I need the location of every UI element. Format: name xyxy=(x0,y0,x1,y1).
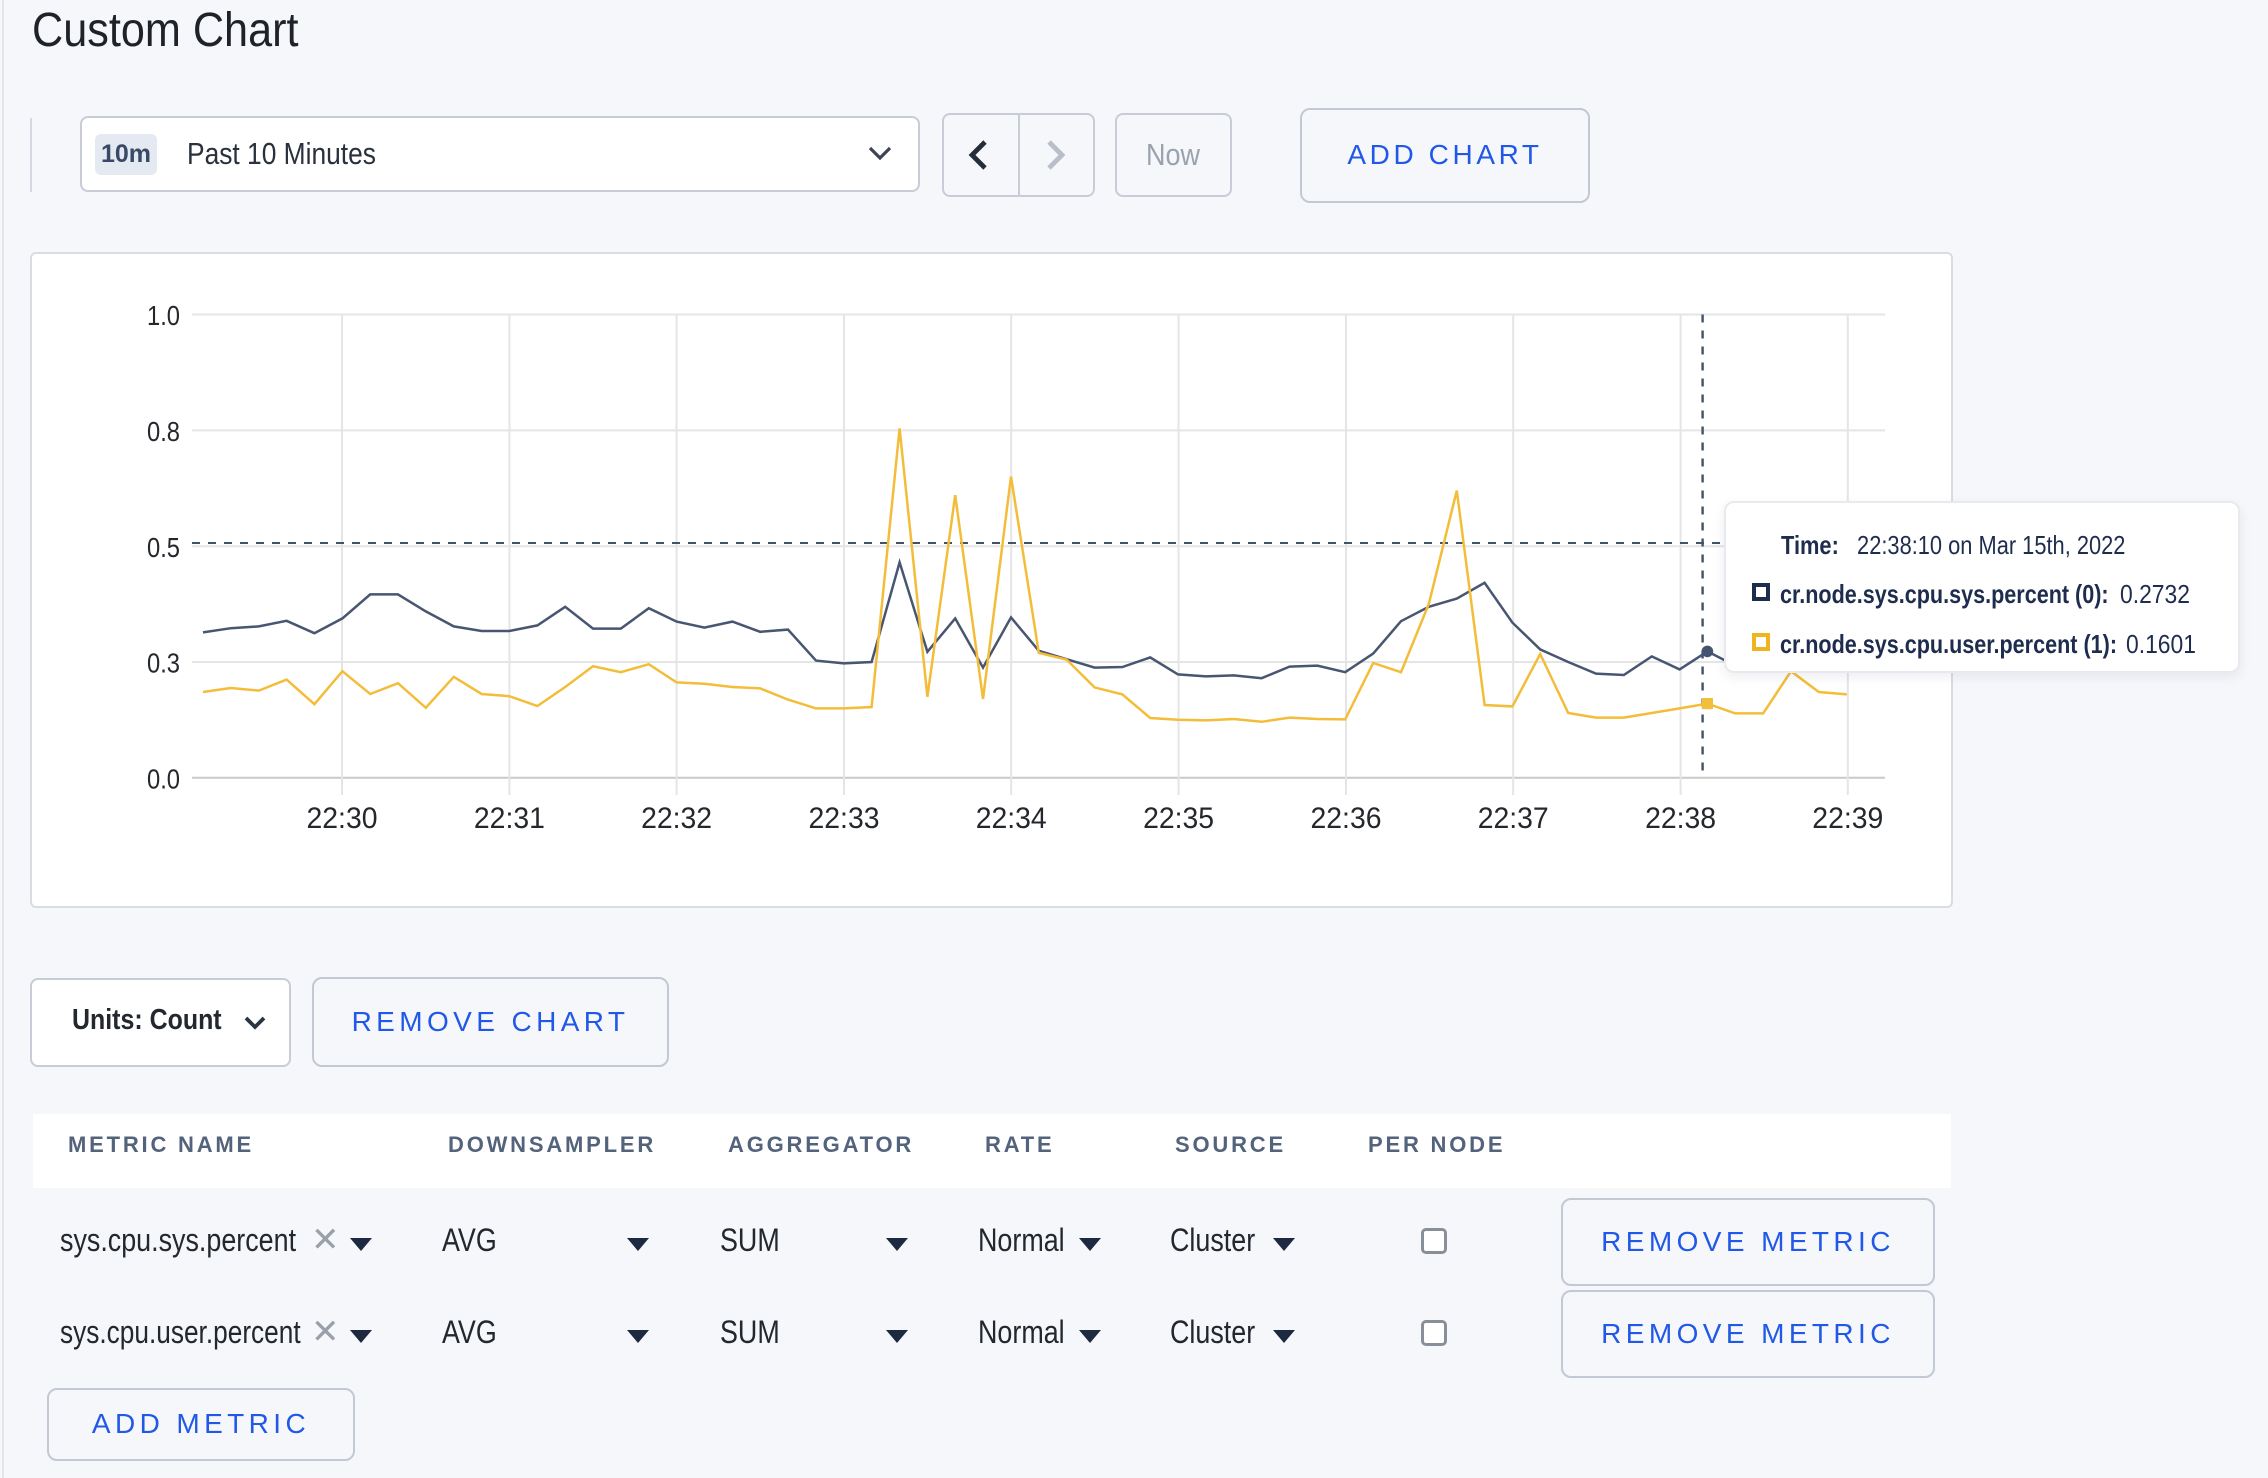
svg-text:22:38: 22:38 xyxy=(1645,802,1716,835)
svg-text:1.0: 1.0 xyxy=(147,300,180,331)
svg-text:22:34: 22:34 xyxy=(976,802,1047,835)
svg-text:22:39: 22:39 xyxy=(1812,802,1883,835)
svg-text:22:35: 22:35 xyxy=(1143,802,1214,835)
svg-text:22:32: 22:32 xyxy=(641,802,712,835)
svg-text:0.3: 0.3 xyxy=(147,648,180,679)
svg-text:22:37: 22:37 xyxy=(1478,802,1549,835)
svg-text:0.8: 0.8 xyxy=(147,416,180,447)
svg-text:0.0: 0.0 xyxy=(147,763,180,794)
svg-text:0.5: 0.5 xyxy=(147,532,180,563)
svg-text:22:31: 22:31 xyxy=(474,802,545,835)
svg-text:22:33: 22:33 xyxy=(809,802,880,835)
svg-text:22:30: 22:30 xyxy=(307,802,378,835)
svg-text:22:36: 22:36 xyxy=(1311,802,1382,835)
